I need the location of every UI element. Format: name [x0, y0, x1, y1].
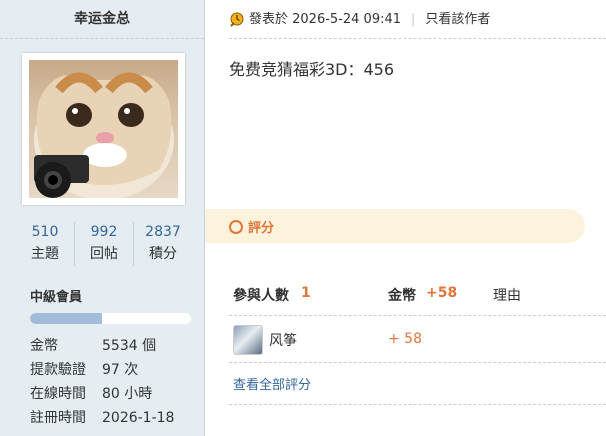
info-row-withdraw: 提款驗證 97 次 — [30, 358, 174, 382]
post-content: 免费竞猜福彩3D：456 — [229, 60, 395, 79]
rate-button[interactable]: 評分 — [229, 217, 274, 236]
stat-replies[interactable]: 992 回帖 — [74, 222, 133, 266]
rate-button-label: 評分 — [248, 221, 275, 236]
view-all-ratings-link[interactable]: 查看全部評分 — [233, 374, 311, 393]
info-key: 在線時間 — [30, 386, 86, 402]
meta-separator: | — [411, 12, 416, 27]
info-row-online: 在線時間 80 小時 — [30, 382, 174, 406]
participants-label: 參與人數 — [233, 288, 289, 304]
info-value: 97 次 — [102, 362, 139, 378]
rate-bar: 評分 — [205, 209, 585, 243]
reason-label: 理由 — [493, 288, 521, 304]
stat-replies-num[interactable]: 992 — [75, 222, 133, 242]
rating-divider — [229, 315, 606, 316]
meta-divider — [229, 38, 606, 39]
info-value: 80 小時 — [102, 386, 153, 402]
coins-total: +58 — [426, 285, 458, 301]
stat-points[interactable]: 2837 積分 — [133, 222, 192, 266]
participants-count: 1 — [301, 285, 311, 301]
rating-divider — [229, 404, 606, 405]
post-main: 發表於 2026-5-24 09:41 | 只看該作者 免费竞猜福彩3D：456… — [205, 0, 606, 436]
rating-row: 风筝 + 58 — [233, 322, 606, 358]
author-name[interactable]: 幸运金总 — [0, 0, 204, 39]
stat-topics-label: 主題 — [31, 246, 59, 262]
rating-header: 參與人數 1 金幣 +58 理由 — [233, 285, 606, 307]
ring-icon — [229, 219, 243, 234]
level-progress-bar — [30, 313, 191, 324]
info-key: 提款驗證 — [30, 362, 86, 378]
rater-avatar[interactable] — [233, 325, 263, 355]
rating-divider — [229, 362, 606, 363]
author-stats: 510 主題 992 回帖 2837 積分 — [16, 222, 192, 266]
post-meta: 發表於 2026-5-24 09:41 | 只看該作者 — [229, 8, 490, 32]
author-sidebar: 幸运金总 510 主題 992 回帖 2837 積分 中級會員 金幣 5534 … — [0, 0, 205, 436]
stat-replies-label: 回帖 — [90, 246, 118, 262]
stat-topics[interactable]: 510 主題 — [16, 222, 74, 266]
info-key: 註冊時間 — [30, 410, 86, 426]
stat-points-label: 積分 — [149, 246, 177, 262]
info-value: 2026-1-18 — [102, 410, 175, 426]
only-author-link[interactable]: 只看該作者 — [425, 8, 490, 32]
avatar-image — [29, 60, 178, 198]
member-level[interactable]: 中級會員 — [30, 286, 82, 305]
avatar[interactable] — [22, 53, 185, 205]
rater-name[interactable]: 风筝 — [269, 330, 297, 350]
rater-coins: + 58 — [388, 331, 422, 347]
post-date: 發表於 2026-5-24 09:41 — [249, 12, 402, 27]
clock-icon — [229, 12, 245, 28]
level-progress-fill — [30, 313, 103, 324]
author-info: 金幣 5534 個 提款驗證 97 次 在線時間 80 小時 註冊時間 2026… — [30, 334, 174, 430]
coins-label: 金幣 — [388, 288, 416, 304]
stat-points-num[interactable]: 2837 — [134, 222, 192, 242]
info-row-coins: 金幣 5534 個 — [30, 334, 174, 358]
info-row-registered: 註冊時間 2026-1-18 — [30, 406, 174, 430]
info-value: 5534 個 — [102, 338, 157, 354]
info-key: 金幣 — [30, 338, 58, 354]
stat-topics-num[interactable]: 510 — [16, 222, 74, 242]
